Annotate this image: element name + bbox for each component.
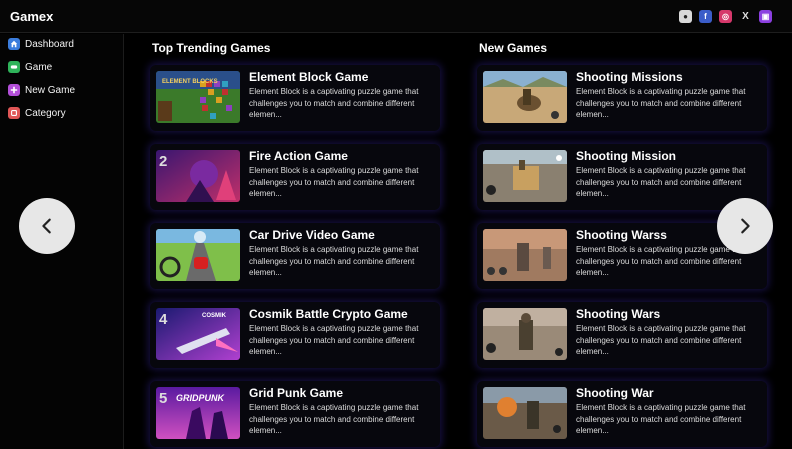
game-description: Element Block is a captivating puzzle ga…	[249, 245, 419, 277]
instagram-icon[interactable]: ◎	[719, 10, 732, 23]
game-title: Fire Action Game	[249, 149, 348, 163]
game-card-shooting-wars[interactable]: Shooting Wars Element Block is a captiva…	[477, 302, 767, 368]
game-description: Element Block is a captivating puzzle ga…	[576, 87, 746, 119]
game-card-grid-punk[interactable]: 5 GRIDPUNK Grid Punk Game Element Block …	[150, 381, 440, 447]
game-card-cosmik-battle[interactable]: 4 COSMIK Cosmik Battle Crypto Game Eleme…	[150, 302, 440, 368]
game-description: Element Block is a captivating puzzle ga…	[576, 403, 746, 435]
game-title: Shooting Warss	[576, 228, 667, 242]
game-thumbnail: 5 GRIDPUNK	[156, 387, 240, 439]
game-description: Element Block is a captivating puzzle ga…	[249, 166, 419, 198]
game-thumbnail	[483, 308, 567, 360]
twitch-icon[interactable]: ▣	[759, 10, 772, 23]
game-card-shooting-mission[interactable]: Shooting Mission Element Block is a capt…	[477, 144, 767, 210]
thumb-label: GRIDPUNK	[176, 393, 226, 403]
game-card-fire-action[interactable]: 2 Fire Action Game Element Block is a ca…	[150, 144, 440, 210]
thumb-label: 5	[159, 390, 167, 407]
category-icon	[8, 107, 20, 119]
thumb-label: 2	[159, 153, 167, 170]
user-icon[interactable]: ●	[679, 10, 692, 23]
main-content: Top Trending Games New Games ELEMENT BLO…	[125, 34, 792, 449]
game-description: Element Block is a captivating puzzle ga…	[249, 87, 419, 119]
thumb-label: 4	[159, 311, 168, 328]
game-thumbnail	[483, 71, 567, 123]
sidebar-item-label: Dashboard	[25, 38, 74, 50]
game-card-car-drive[interactable]: Car Drive Video Game Element Block is a …	[150, 223, 440, 289]
game-thumbnail	[483, 387, 567, 439]
social-links: ● f ◎ X ▣	[679, 10, 772, 23]
game-card-shooting-war[interactable]: Shooting War Element Block is a captivat…	[477, 381, 767, 447]
trending-section-title: Top Trending Games	[152, 41, 271, 55]
game-thumbnail	[483, 229, 567, 281]
sidebar-item-new-game[interactable]: New Game	[8, 84, 75, 96]
previous-button[interactable]	[19, 198, 75, 254]
game-thumbnail: ELEMENT BLOCKS	[156, 71, 240, 123]
sidebar-item-game[interactable]: Game	[8, 61, 52, 73]
game-title: Shooting Wars	[576, 307, 661, 321]
x-icon[interactable]: X	[739, 10, 752, 23]
game-title: Element Block Game	[249, 70, 369, 84]
game-card-element-block[interactable]: ELEMENT BLOCKS Element Block Game Elemen…	[150, 65, 440, 131]
sidebar-item-label: Category	[25, 107, 66, 119]
thumb-label: COSMIK	[202, 313, 227, 319]
game-title: Grid Punk Game	[249, 386, 344, 400]
game-thumbnail: 4 COSMIK	[156, 308, 240, 360]
game-title: Cosmik Battle Crypto Game	[249, 307, 408, 321]
sidebar-item-category[interactable]: Category	[8, 107, 66, 119]
game-description: Element Block is a captivating puzzle ga…	[249, 403, 419, 435]
sidebar-item-label: New Game	[25, 84, 76, 96]
gamepad-icon	[8, 61, 20, 73]
thumb-label: ELEMENT BLOCKS	[162, 79, 218, 85]
home-icon	[8, 38, 20, 50]
app-logo[interactable]: Gamex	[10, 9, 53, 24]
game-title: Car Drive Video Game	[249, 228, 375, 242]
game-thumbnail	[156, 229, 240, 281]
chevron-left-icon	[42, 218, 51, 234]
plus-icon	[8, 84, 20, 96]
game-title: Shooting Mission	[576, 149, 676, 163]
facebook-icon[interactable]: f	[699, 10, 712, 23]
game-title: Shooting War	[576, 386, 654, 400]
top-bar: Gamex ● f ◎ X ▣	[0, 0, 792, 33]
game-description: Element Block is a captivating puzzle ga…	[249, 324, 419, 356]
game-description: Element Block is a captivating puzzle ga…	[576, 166, 746, 198]
chevron-right-icon	[741, 218, 750, 234]
new-games-section-title: New Games	[479, 41, 548, 55]
game-title: Shooting Missions	[576, 70, 683, 84]
game-thumbnail: 2	[156, 150, 240, 202]
sidebar-item-dashboard[interactable]: Dashboard	[8, 38, 74, 50]
game-thumbnail	[483, 150, 567, 202]
sidebar-item-label: Game	[25, 61, 53, 73]
next-button[interactable]	[717, 198, 773, 254]
game-card-shooting-missions[interactable]: Shooting Missions Element Block is a cap…	[477, 65, 767, 131]
game-description: Element Block is a captivating puzzle ga…	[576, 324, 746, 356]
